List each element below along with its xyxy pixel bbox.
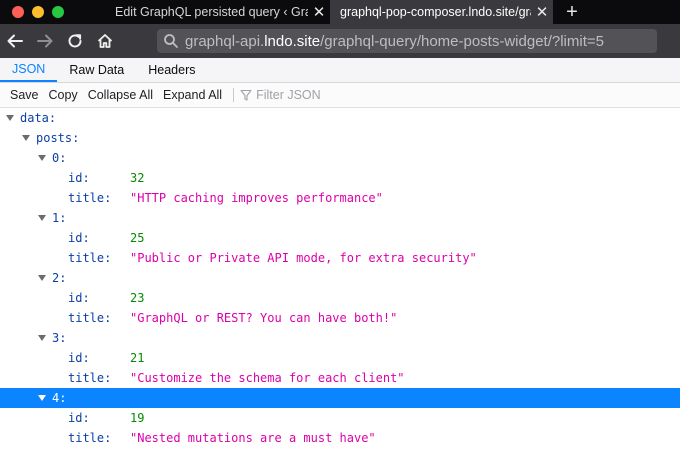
tree-row-id[interactable]: id: 32	[0, 168, 680, 188]
new-tab-button[interactable]: +	[560, 0, 584, 24]
tab-headers[interactable]: Headers	[136, 58, 207, 82]
expand-toggle-icon[interactable]	[38, 275, 46, 281]
title-bar: Edit GraphQL persisted query ‹ Gra ✕ gra…	[0, 0, 680, 24]
tree-row-title[interactable]: title: "Customize the schema for each cl…	[0, 368, 680, 388]
expand-toggle-icon[interactable]	[38, 335, 46, 341]
json-toolbar: Save Copy Collapse All Expand All Filter…	[0, 83, 680, 108]
json-index: 4:	[52, 391, 67, 405]
json-key: id:	[68, 351, 90, 365]
home-button[interactable]	[94, 24, 116, 58]
json-key: title:	[68, 371, 112, 385]
browser-tab-active[interactable]: graphql-pop-composer.lndo.site/gra ✕	[330, 0, 553, 24]
expand-toggle-icon[interactable]	[38, 215, 46, 221]
json-string-value: "GraphQL or REST? You can have both!"	[130, 311, 398, 325]
url-bar[interactable]: graphql-api.lndo.site/graphql-query/home…	[157, 29, 657, 53]
json-index: 3:	[52, 331, 67, 345]
browser-tab-title: Edit GraphQL persisted query ‹ Gra	[115, 5, 308, 19]
url-text: graphql-api.lndo.site/graphql-query/home…	[185, 33, 604, 50]
search-icon	[164, 34, 178, 48]
viewer-tabs: JSON Raw Data Headers	[0, 58, 680, 83]
close-tab-icon[interactable]: ✕	[531, 3, 553, 21]
reload-icon	[68, 34, 82, 48]
json-key: id:	[68, 231, 90, 245]
tree-row-id[interactable]: id: 19	[0, 408, 680, 428]
url-prefix: graphql-api.	[185, 32, 265, 50]
forward-arrow-icon	[37, 34, 53, 48]
tree-row-id[interactable]: id: 23	[0, 288, 680, 308]
tree-row-post-0[interactable]: 0:	[0, 148, 680, 168]
tab-raw-data[interactable]: Raw Data	[57, 58, 136, 82]
tree-row-title[interactable]: title: "Nested mutations are a must have…	[0, 428, 680, 448]
plus-icon: +	[566, 0, 578, 23]
tree-row-posts[interactable]: posts:	[0, 128, 680, 148]
copy-button[interactable]: Copy	[44, 88, 83, 102]
home-icon	[97, 34, 113, 48]
tree-row-title[interactable]: title: "GraphQL or REST? You can have bo…	[0, 308, 680, 328]
json-index: 0:	[52, 151, 67, 165]
browser-tab-title: graphql-pop-composer.lndo.site/gra	[340, 5, 531, 19]
expand-toggle-icon[interactable]	[6, 115, 14, 121]
reload-button[interactable]	[64, 24, 86, 58]
json-key: title:	[68, 251, 112, 265]
expand-toggle-icon[interactable]	[38, 395, 46, 401]
toolbar-divider	[233, 88, 235, 102]
expand-toggle-icon[interactable]	[22, 135, 30, 141]
json-key: title:	[68, 431, 112, 445]
back-arrow-icon	[7, 34, 23, 48]
expand-toggle-icon[interactable]	[38, 155, 46, 161]
url-path: /graphql-query/home-posts-widget/?limit=…	[320, 32, 604, 50]
tree-row-post-4[interactable]: 4:	[0, 388, 680, 408]
json-number-value: 19	[130, 411, 145, 425]
filter-icon	[240, 89, 252, 101]
close-tab-icon[interactable]: ✕	[308, 3, 330, 21]
filter-json-input[interactable]: Filter JSON	[240, 88, 321, 102]
json-key: id:	[68, 411, 90, 425]
expand-all-button[interactable]: Expand All	[158, 88, 227, 102]
json-key: title:	[68, 311, 112, 325]
zoom-window-button[interactable]	[52, 6, 64, 18]
minimize-window-button[interactable]	[32, 6, 44, 18]
json-number-value: 32	[130, 171, 145, 185]
json-number-value: 25	[130, 231, 145, 245]
save-button[interactable]: Save	[0, 88, 44, 102]
json-string-value: "Nested mutations are a must have"	[130, 431, 376, 445]
tree-row-title[interactable]: title: "HTTP caching improves performanc…	[0, 188, 680, 208]
tree-row-id[interactable]: id: 25	[0, 228, 680, 248]
json-key: title:	[68, 191, 112, 205]
filter-json-placeholder: Filter JSON	[256, 88, 321, 102]
json-index: 2:	[52, 271, 67, 285]
navigation-bar: graphql-api.lndo.site/graphql-query/home…	[0, 24, 680, 58]
collapse-all-button[interactable]: Collapse All	[83, 88, 158, 102]
tree-row-post-3[interactable]: 3:	[0, 328, 680, 348]
json-key: id:	[68, 291, 90, 305]
url-host: lndo.site	[264, 32, 321, 50]
tree-row-post-1[interactable]: 1:	[0, 208, 680, 228]
close-window-button[interactable]	[12, 6, 24, 18]
browser-tab-edit-query[interactable]: Edit GraphQL persisted query ‹ Gra ✕	[105, 0, 330, 24]
json-key: data:	[20, 111, 57, 125]
window-controls	[12, 6, 64, 18]
json-key: posts:	[36, 131, 80, 145]
json-string-value: "Public or Private API mode, for extra s…	[130, 251, 477, 265]
json-number-value: 23	[130, 291, 145, 305]
tree-row-data[interactable]: data:	[0, 108, 680, 128]
tree-row-id[interactable]: id: 21	[0, 348, 680, 368]
json-key: id:	[68, 171, 90, 185]
tree-row-post-2[interactable]: 2:	[0, 268, 680, 288]
forward-button[interactable]	[34, 24, 56, 58]
json-index: 1:	[52, 211, 67, 225]
json-string-value: "HTTP caching improves performance"	[130, 191, 383, 205]
json-number-value: 21	[130, 351, 145, 365]
tab-json[interactable]: JSON	[0, 58, 58, 82]
back-button[interactable]	[4, 24, 26, 58]
json-tree: data: posts: 0: id: 32 title: "HTTP cach…	[0, 108, 680, 448]
tree-row-title[interactable]: title: "Public or Private API mode, for …	[0, 248, 680, 268]
json-string-value: "Customize the schema for each client"	[130, 371, 405, 385]
